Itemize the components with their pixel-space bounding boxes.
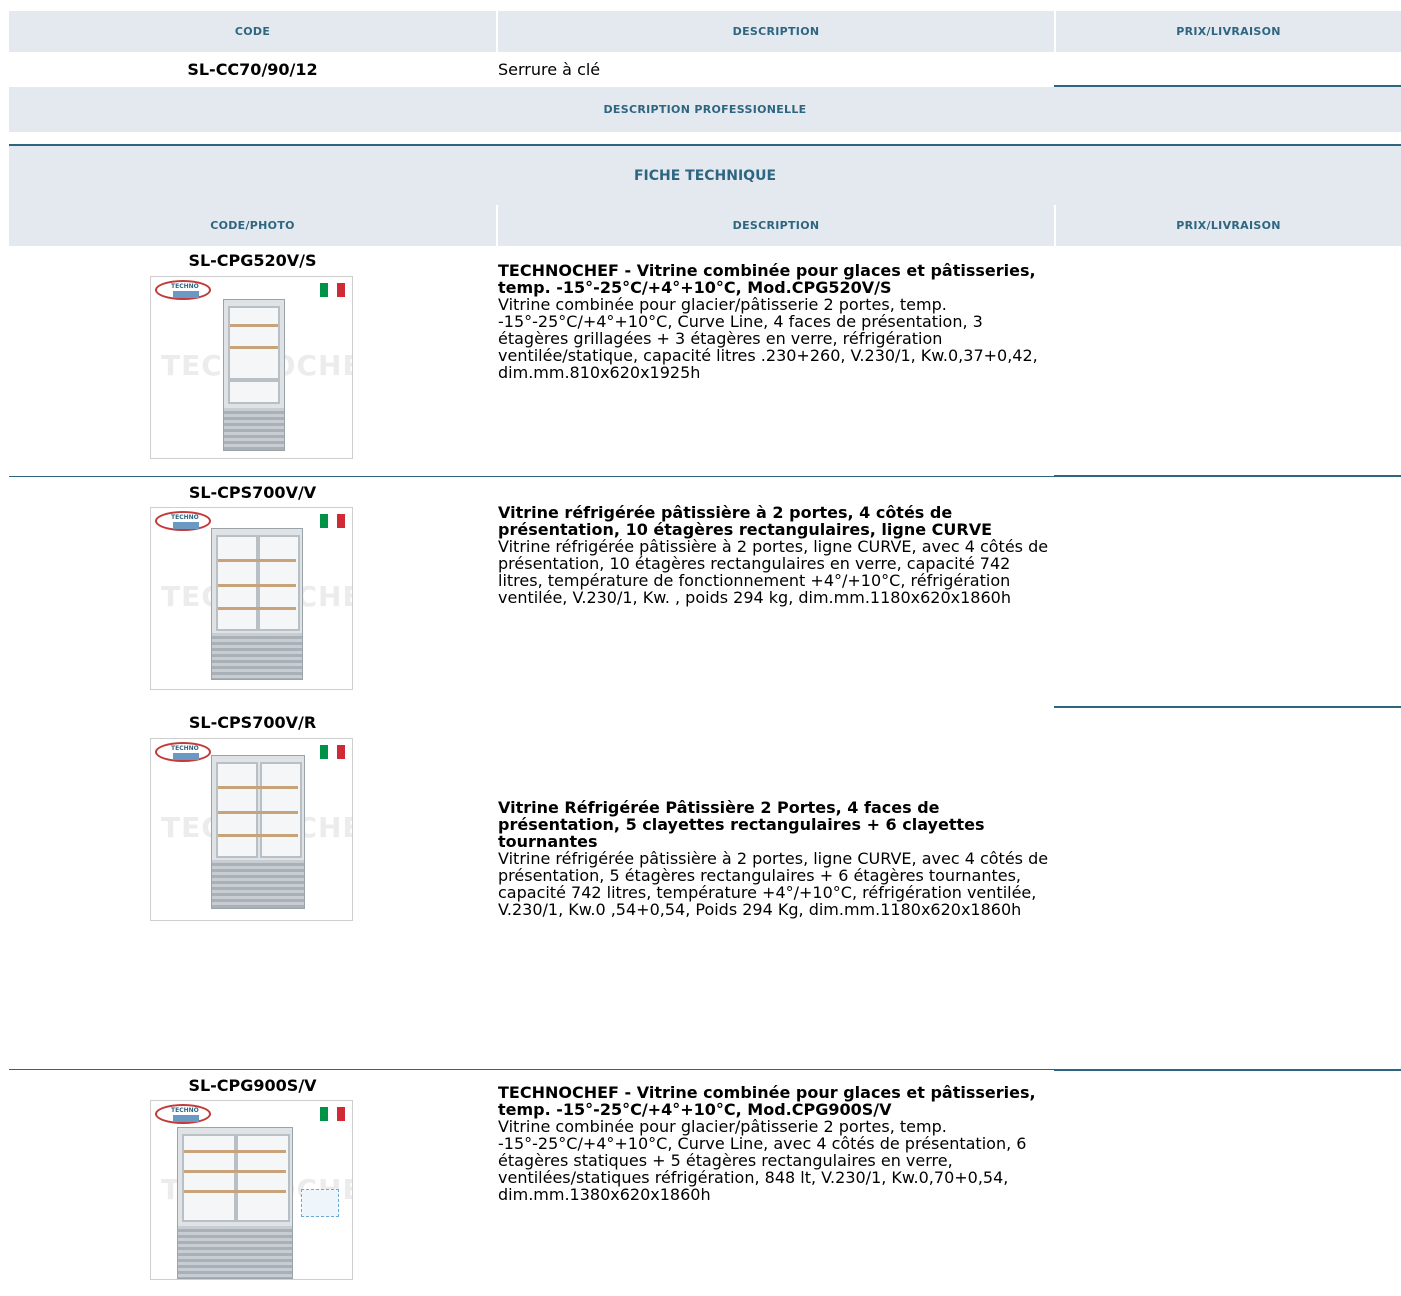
product-code-photo-cell: SL-CPS700V/R TECHNO TECHNOCHEF.IT xyxy=(9,707,496,1069)
row-price xyxy=(1054,52,1401,87)
product-code-photo-cell: SL-CPG520V/S TECHNO TECHNOCHEF.IT xyxy=(9,246,496,476)
technochef-logo: TECHNO xyxy=(155,742,211,762)
product-photo[interactable]: TECHNO TECHNOCHEF.IT xyxy=(150,1100,353,1280)
product-code: SL-CPS700V/V xyxy=(188,483,317,502)
product-table: CODE DESCRIPTION PRIX/LIVRAISON SL-CC70/… xyxy=(9,11,1401,1290)
table-header: CODE DESCRIPTION PRIX/LIVRAISON xyxy=(9,11,1401,52)
table-row: SL-CC70/90/12 Serrure à clé xyxy=(9,52,1401,87)
product-photo[interactable]: TECHNO TECHNOCHEF.IT xyxy=(150,507,353,690)
header-description: DESCRIPTION xyxy=(732,219,820,232)
product-price-cell xyxy=(1054,1069,1401,1290)
product-description: Vitrine Réfrigérée Pâtissière 2 Portes, … xyxy=(496,707,1054,1069)
product-title: Vitrine réfrigérée pâtissière à 2 portes… xyxy=(498,503,993,539)
italian-flag-icon xyxy=(320,1107,345,1121)
product-body: Vitrine réfrigérée pâtissière à 2 portes… xyxy=(498,537,1049,607)
product-description: TECHNOCHEF - Vitrine combinée pour glace… xyxy=(496,1070,1054,1290)
product-code: SL-CPG520V/S xyxy=(188,251,317,270)
product-body: Vitrine combinée pour glacier/pâtisserie… xyxy=(498,1117,1027,1204)
ventilation-icon xyxy=(301,1189,339,1217)
product-description: Vitrine réfrigérée pâtissière à 2 portes… xyxy=(496,477,1054,707)
product-photo[interactable]: TECHNO TECHNOCHEF.IT xyxy=(150,276,353,459)
product-row: SL-CPS700V/R TECHNO TECHNOCHEF.IT Vitrin… xyxy=(9,706,1401,1069)
product-photo[interactable]: TECHNO TECHNOCHEF.IT xyxy=(150,738,353,921)
header-code: CODE xyxy=(234,25,271,38)
product-row: SL-CPS700V/V TECHNO TECHNOCHEF.IT Vitrin… xyxy=(9,475,1401,707)
product-price-cell xyxy=(1054,706,1401,1069)
product-price-cell xyxy=(1054,475,1401,707)
header-price: PRIX/LIVRAISON xyxy=(1176,219,1281,232)
row-description: Serrure à clé xyxy=(498,60,601,79)
professional-description-band: DESCRIPTION PROFESSIONELLE xyxy=(9,87,1401,132)
italian-flag-icon xyxy=(320,745,345,759)
product-title: TECHNOCHEF - Vitrine combinée pour glace… xyxy=(498,261,1036,297)
product-code-photo-cell: SL-CPG900S/V TECHNO TECHNOCHEF.IT xyxy=(9,1070,496,1290)
header-price: PRIX/LIVRAISON xyxy=(1176,25,1281,38)
product-title: Vitrine Réfrigérée Pâtissière 2 Portes, … xyxy=(498,798,985,851)
header-code-photo: CODE/PHOTO xyxy=(210,219,295,232)
header-description: DESCRIPTION xyxy=(732,25,820,38)
italian-flag-icon xyxy=(320,514,345,528)
product-price-cell xyxy=(1054,246,1401,476)
italian-flag-icon xyxy=(320,283,345,297)
row-code: SL-CC70/90/12 xyxy=(187,60,318,79)
product-code-photo-cell: SL-CPS700V/V TECHNO TECHNOCHEF.IT xyxy=(9,477,496,707)
technochef-logo: TECHNO xyxy=(155,511,211,531)
table-header-2: CODE/PHOTO DESCRIPTION PRIX/LIVRAISON xyxy=(9,205,1401,246)
technochef-logo: TECHNO xyxy=(155,1104,211,1124)
technochef-logo: TECHNO xyxy=(155,280,211,300)
product-body: Vitrine combinée pour glacier/pâtisserie… xyxy=(498,295,1038,382)
product-body: Vitrine réfrigérée pâtissière à 2 portes… xyxy=(498,849,1049,919)
display-case-image xyxy=(177,1127,293,1279)
display-case-image xyxy=(223,299,285,451)
product-code: SL-CPG900S/V xyxy=(188,1076,317,1095)
product-row: SL-CPG900S/V TECHNO TECHNOCHEF.IT TECHNO… xyxy=(9,1069,1401,1290)
product-row: SL-CPG520V/S TECHNO TECHNOCHEF.IT TECHNO… xyxy=(9,246,1401,476)
product-code: SL-CPS700V/R xyxy=(188,713,317,732)
technical-sheet-band: FICHE TECHNIQUE xyxy=(9,144,1401,205)
display-case-image xyxy=(211,528,303,680)
product-description: TECHNOCHEF - Vitrine combinée pour glace… xyxy=(496,246,1054,476)
product-title: TECHNOCHEF - Vitrine combinée pour glace… xyxy=(498,1083,1036,1119)
display-case-image xyxy=(211,755,305,909)
